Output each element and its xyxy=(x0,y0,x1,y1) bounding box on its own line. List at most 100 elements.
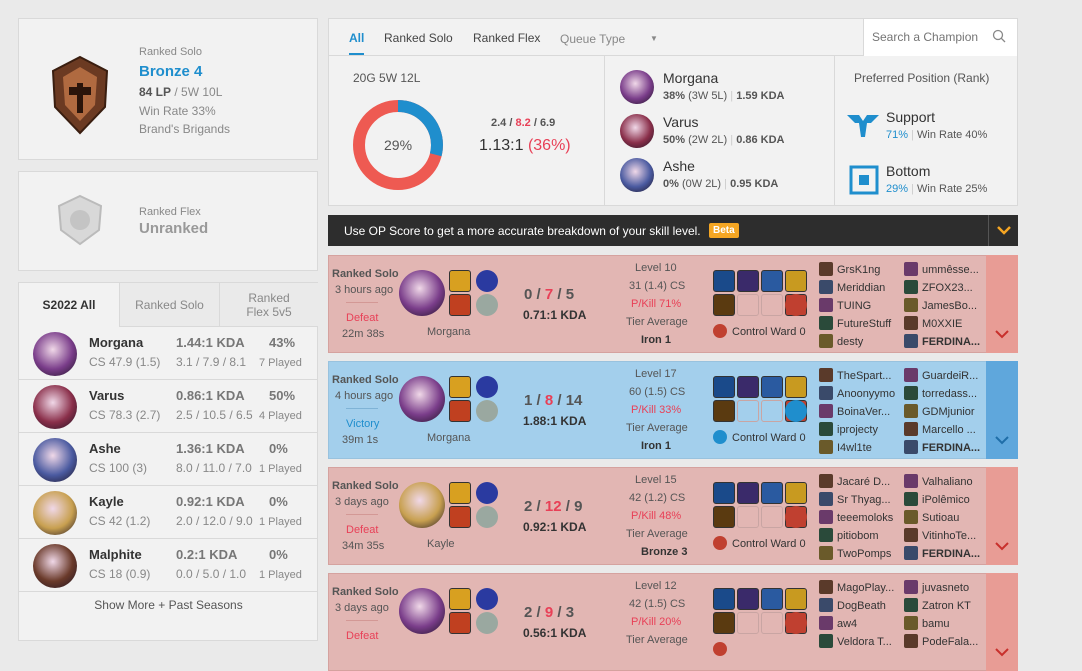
lp-row: 84 LP / 5W 10L xyxy=(139,85,222,99)
team-player[interactable]: TwoPomps xyxy=(819,546,899,560)
champion-portrait xyxy=(399,588,445,634)
match-card[interactable]: Ranked Solo 3 days ago Defeat 34m 35s Kayle 2… xyxy=(328,467,1018,565)
control-ward-label: Control Ward 0 xyxy=(732,538,806,550)
team-player[interactable]: FERDINA... xyxy=(904,334,986,348)
tab-ranked-flex-top[interactable]: Ranked Flex xyxy=(473,31,540,45)
team-player[interactable]: I4wl1te xyxy=(819,440,899,454)
top-champion-row[interactable]: Ashe 0% (0W 2L) | 0.95 KDA xyxy=(605,158,833,198)
team-player[interactable]: Sr Thyag... xyxy=(819,492,899,506)
team-player[interactable]: GuardeiR... xyxy=(904,368,986,382)
season-champ-row[interactable]: Malphite CS 18 (0.9) 0.2:1 KDA 0.0 / 5.0 / … xyxy=(19,539,318,592)
player-champion-icon xyxy=(819,474,833,488)
match-card[interactable]: Ranked Solo 3 days ago Defeat 2 / 9 / 3 0.56… xyxy=(328,573,1018,671)
champion-name: Morgana xyxy=(663,70,719,86)
tab-ranked-flex[interactable]: Ranked Flex 5v5 xyxy=(219,283,318,327)
team-player[interactable]: M0XXIE xyxy=(904,316,986,330)
player-name: iprojecty xyxy=(837,424,878,436)
team-player[interactable]: aw4 xyxy=(819,616,899,630)
team-player[interactable]: FERDINA... xyxy=(904,546,986,560)
tab-s2022-all[interactable]: S2022 All xyxy=(19,283,119,327)
team-player[interactable]: GrsK1ng xyxy=(819,262,899,276)
player-name: FERDINA... xyxy=(922,442,981,454)
kills: 2 xyxy=(524,604,533,621)
player-champion-icon xyxy=(819,528,833,542)
team-player[interactable]: ummêsse... xyxy=(904,262,986,276)
team-player[interactable]: VitinhoTe... xyxy=(904,528,986,542)
team-player[interactable]: FERDINA... xyxy=(904,440,986,454)
tab-ranked-solo[interactable]: Ranked Solo xyxy=(119,283,219,327)
champion-played: 1 Played xyxy=(259,569,302,581)
match-card[interactable]: Ranked Solo 3 hours ago Defeat 22m 38s Morga… xyxy=(328,255,1018,353)
op-score-banner[interactable]: Use OP Score to get a more accurate brea… xyxy=(328,215,1018,246)
team-player[interactable]: iprojecty xyxy=(819,422,899,436)
season-champ-row[interactable]: Morgana CS 47.9 (1.5) 1.44:1 KDA 3.1 / 7.9 … xyxy=(19,327,318,380)
player-champion-icon xyxy=(819,316,833,330)
team-player[interactable]: ZFOX23... xyxy=(904,280,986,294)
champion-portrait xyxy=(33,438,77,482)
match-pkill: P/Kill 71% xyxy=(631,298,682,310)
expand-chevron-icon[interactable] xyxy=(986,573,1018,671)
team-player[interactable]: Veldora T... xyxy=(819,634,899,648)
avg-kda-line: 2.4 / 8.2 / 6.9 xyxy=(491,117,556,129)
beta-badge: Beta xyxy=(709,223,739,238)
expand-chevron-icon[interactable] xyxy=(986,361,1018,459)
tab-ranked-solo-top[interactable]: Ranked Solo xyxy=(384,31,453,45)
season-champ-row[interactable]: Kayle CS 42 (1.2) 0.92:1 KDA 2.0 / 12.0 / 9… xyxy=(19,486,318,539)
tab-all[interactable]: All xyxy=(349,31,365,55)
team-player[interactable]: Sutioau xyxy=(904,510,986,524)
team-player[interactable]: bamu xyxy=(904,616,986,630)
champion-kda: 1.59 KDA xyxy=(736,90,785,102)
top-champion-row[interactable]: Morgana 38% (3W 5L) | 1.59 KDA xyxy=(605,70,833,110)
kills: 1 xyxy=(524,392,533,409)
assists: 9 xyxy=(574,498,583,515)
control-ward-icon xyxy=(713,324,727,338)
team-player[interactable]: Anoonyymo xyxy=(819,386,899,400)
team-player[interactable]: JamesBo... xyxy=(904,298,986,312)
team-player[interactable]: DogBeath xyxy=(819,598,899,612)
search-icon[interactable] xyxy=(992,29,1006,43)
search-input[interactable] xyxy=(872,27,992,47)
team-player[interactable]: Jacaré D... xyxy=(819,474,899,488)
team-player[interactable]: GDMjunior xyxy=(904,404,986,418)
match-duration: 39m 1s xyxy=(342,434,379,446)
player-champion-icon xyxy=(904,422,918,436)
team-player[interactable]: Marcello ... xyxy=(904,422,986,436)
team-player[interactable]: juvasneto xyxy=(904,580,986,594)
match-pkill: P/Kill 48% xyxy=(631,510,682,522)
season-champ-row[interactable]: Ashe CS 100 (3) 1.36:1 KDA 8.0 / 11.0 / 7.0… xyxy=(19,433,318,486)
team-player[interactable]: PodeFala... xyxy=(904,634,986,648)
team-player[interactable]: desty xyxy=(819,334,899,348)
team-player[interactable]: teeemoloks xyxy=(819,510,899,524)
champion-kda: 1.44:1 KDA xyxy=(176,335,245,350)
player-champion-icon xyxy=(904,262,918,276)
team-player[interactable]: torredass... xyxy=(904,386,986,400)
team-player[interactable]: Valhaliano xyxy=(904,474,986,488)
team-player[interactable]: TheSpart... xyxy=(819,368,899,382)
chevron-down-icon[interactable] xyxy=(988,215,1018,246)
queue-type-select[interactable]: Queue Type ▼ xyxy=(560,32,660,46)
expand-chevron-icon[interactable] xyxy=(986,255,1018,353)
top-champion-row[interactable]: Varus 50% (2W 2L) | 0.86 KDA xyxy=(605,114,833,154)
item-slot xyxy=(785,482,807,504)
show-more-button[interactable]: Show More + Past Seasons xyxy=(19,598,318,622)
expand-chevron-icon[interactable] xyxy=(986,467,1018,565)
champion-wl: (2W 2L) xyxy=(688,134,728,146)
team-player[interactable]: BoinaVer... xyxy=(819,404,899,418)
season-champ-row[interactable]: Varus CS 78.3 (2.7) 0.86:1 KDA 2.5 / 10.5 /… xyxy=(19,380,318,433)
team-player[interactable]: iPolêmico xyxy=(904,492,986,506)
team-player[interactable]: TUING xyxy=(819,298,899,312)
match-level: Level 12 xyxy=(635,580,677,592)
player-name: GrsK1ng xyxy=(837,264,881,276)
team-player[interactable]: FutureStuff xyxy=(819,316,899,330)
team-player[interactable]: Zatron KT xyxy=(904,598,986,612)
team-player[interactable]: pitiobom xyxy=(819,528,899,542)
search-box[interactable] xyxy=(863,19,1017,56)
player-champion-icon xyxy=(904,546,918,560)
player-champion-icon xyxy=(819,492,833,506)
match-card[interactable]: Ranked Solo 4 hours ago Victory 39m 1s Morga… xyxy=(328,361,1018,459)
player-name: JamesBo... xyxy=(922,300,978,312)
player-name: I4wl1te xyxy=(837,442,872,454)
team-player[interactable]: Meriddian xyxy=(819,280,899,294)
player-champion-icon xyxy=(819,404,833,418)
team-player[interactable]: MagoPlay... xyxy=(819,580,899,594)
